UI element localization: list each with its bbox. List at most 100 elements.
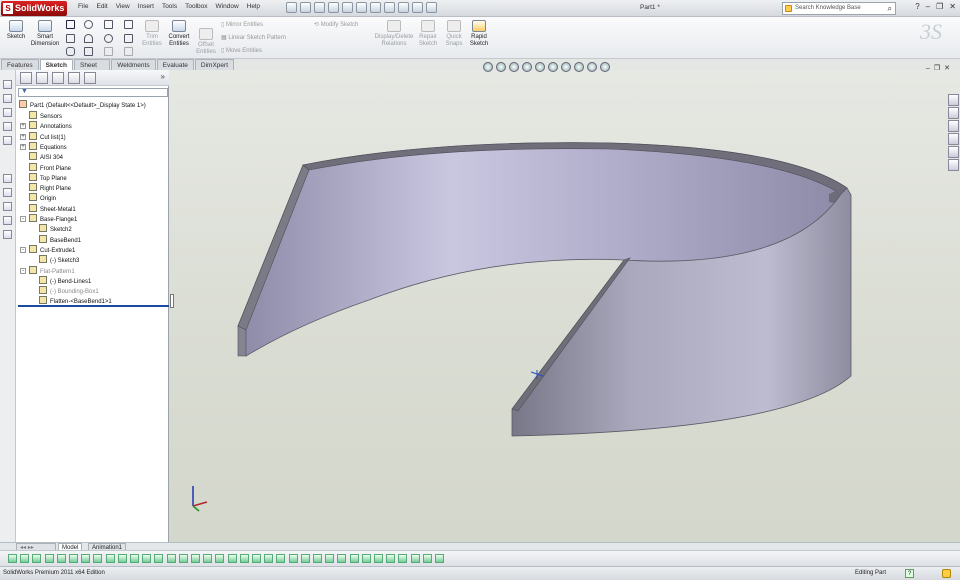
offset-entities-button[interactable]: Offset Entities bbox=[194, 27, 218, 56]
tree-expander[interactable]: - bbox=[20, 216, 26, 222]
solidworks-resources-icon[interactable] bbox=[948, 94, 959, 106]
sketch-relation-tool-icon[interactable] bbox=[349, 554, 359, 563]
spline-icon[interactable] bbox=[104, 20, 113, 29]
strip-tool-3-icon[interactable] bbox=[3, 108, 12, 117]
sketch-relation-tool-icon[interactable] bbox=[337, 554, 347, 563]
sketch-relation-tool-icon[interactable] bbox=[361, 554, 371, 563]
sketch-relation-tool-icon[interactable] bbox=[422, 554, 432, 563]
tab-evaluate[interactable]: Evaluate bbox=[156, 59, 194, 70]
search-icon[interactable]: ⌕ bbox=[888, 4, 892, 14]
tree-item[interactable]: Front Plane bbox=[29, 162, 71, 173]
save-icon[interactable] bbox=[314, 2, 325, 13]
rebuild-icon[interactable] bbox=[370, 2, 381, 13]
strip-tool-4-icon[interactable] bbox=[3, 122, 12, 131]
tree-item[interactable]: (-) Sketch3 bbox=[39, 255, 79, 265]
sketch-relation-tool-icon[interactable] bbox=[398, 554, 408, 563]
tree-item[interactable]: Flat-Pattern1 bbox=[29, 265, 75, 276]
tree-item[interactable]: Equations bbox=[29, 141, 67, 152]
expand-panel-icon[interactable]: » bbox=[161, 72, 165, 81]
tree-expander[interactable]: + bbox=[20, 133, 26, 140]
rectangle-icon[interactable] bbox=[66, 34, 75, 43]
help-question-icon[interactable]: ? bbox=[915, 2, 919, 11]
tab-weldments[interactable]: Weldments bbox=[111, 59, 156, 70]
sketch-relation-tool-icon[interactable] bbox=[154, 554, 164, 563]
strip-tool-5-icon[interactable] bbox=[3, 136, 12, 145]
sketch-relation-tool-icon[interactable] bbox=[227, 554, 237, 563]
new-document-icon[interactable] bbox=[286, 2, 297, 13]
sketch-relation-tool-icon[interactable] bbox=[142, 554, 152, 563]
tree-item[interactable]: Sensors bbox=[29, 111, 62, 121]
tab-dimxpert[interactable]: DimXpert bbox=[194, 59, 234, 70]
graphics-area[interactable] bbox=[169, 70, 960, 542]
hide-show-items-icon[interactable] bbox=[561, 62, 571, 72]
tree-expander[interactable]: - bbox=[20, 267, 26, 274]
tree-expander[interactable]: - bbox=[20, 246, 26, 253]
configuration-manager-tab-icon[interactable] bbox=[52, 72, 64, 84]
viewport-minimize-icon[interactable]: – bbox=[926, 65, 934, 72]
solidworks-logo[interactable]: S SolidWorks bbox=[1, 1, 67, 16]
viewport-restore-icon[interactable]: ❐ bbox=[934, 65, 944, 72]
ellipse-icon[interactable] bbox=[104, 34, 113, 43]
dimxpert-manager-tab-icon[interactable] bbox=[68, 72, 80, 84]
tree-item[interactable]: Sketch2 bbox=[39, 224, 72, 234]
menu-help[interactable]: Help bbox=[247, 3, 260, 10]
strip-tool-8-icon[interactable] bbox=[3, 202, 12, 211]
help-icon[interactable] bbox=[426, 2, 437, 13]
view-palette-icon[interactable] bbox=[948, 133, 959, 145]
menu-tools[interactable]: Tools bbox=[162, 3, 177, 10]
sketch-relation-tool-icon[interactable] bbox=[264, 554, 274, 563]
tree-item[interactable]: Right Plane bbox=[29, 183, 71, 193]
strip-tool-6-icon[interactable] bbox=[3, 174, 12, 183]
linear-sketch-pattern-item[interactable]: ▦ Linear Sketch Pattern bbox=[221, 34, 286, 41]
quick-snaps-button[interactable]: Quick Snaps bbox=[443, 19, 465, 48]
file-explorer-icon[interactable] bbox=[948, 120, 959, 132]
sketch-relation-tool-icon[interactable] bbox=[130, 554, 139, 563]
sketch-relation-tool-icon[interactable] bbox=[56, 554, 66, 563]
strip-tool-9-icon[interactable] bbox=[3, 216, 12, 225]
section-view-icon[interactable] bbox=[522, 62, 532, 72]
sketch-relation-tool-icon[interactable] bbox=[276, 554, 286, 563]
menu-edit[interactable]: Edit bbox=[96, 3, 107, 10]
menu-window[interactable]: Window bbox=[216, 3, 239, 10]
sketch-relation-tool-icon[interactable] bbox=[288, 554, 298, 563]
tree-item[interactable]: Sheet-Metal1 bbox=[29, 203, 76, 214]
tree-item[interactable]: Base-Flange1 bbox=[29, 214, 77, 224]
text-icon[interactable] bbox=[124, 34, 133, 43]
point-icon[interactable] bbox=[124, 47, 133, 56]
toolbox-icon[interactable] bbox=[412, 2, 423, 13]
open-folder-icon[interactable] bbox=[300, 2, 311, 13]
tree-expander[interactable]: + bbox=[20, 143, 26, 150]
status-notification-icon[interactable] bbox=[942, 569, 951, 578]
tree-root-part[interactable]: Part1 (Default<<Default>_Display State 1… bbox=[19, 100, 146, 110]
tab-features[interactable]: Features bbox=[1, 59, 39, 70]
tree-expander[interactable]: + bbox=[20, 123, 26, 130]
trim-entities-button[interactable]: Trim Entities bbox=[140, 19, 164, 48]
sketch-relation-tool-icon[interactable] bbox=[117, 554, 127, 563]
sketch-relation-tool-icon[interactable] bbox=[386, 554, 396, 563]
sketch-button[interactable]: Sketch bbox=[4, 19, 28, 41]
apply-scene-icon[interactable] bbox=[587, 62, 597, 72]
sketch-relation-tool-icon[interactable] bbox=[178, 554, 188, 563]
edit-appearance-icon[interactable] bbox=[574, 62, 584, 72]
tree-item[interactable]: BaseBend1 bbox=[39, 234, 81, 245]
undo-icon[interactable] bbox=[342, 2, 353, 13]
tree-item[interactable]: Top Plane bbox=[29, 172, 67, 183]
close-icon[interactable]: ✕ bbox=[949, 2, 956, 11]
display-style-icon[interactable] bbox=[548, 62, 558, 72]
tab-sheet-metal[interactable]: Sheet Metal bbox=[73, 59, 111, 80]
sketch-relation-tool-icon[interactable] bbox=[313, 554, 322, 563]
sketch-relation-tool-icon[interactable] bbox=[93, 554, 103, 563]
sketch-relation-tool-icon[interactable] bbox=[252, 554, 261, 563]
circle-icon[interactable] bbox=[84, 20, 93, 29]
select-arrow-icon[interactable] bbox=[356, 2, 367, 13]
options-gear-icon[interactable] bbox=[398, 2, 409, 13]
sketch-fillet-icon[interactable] bbox=[124, 20, 133, 29]
zoom-to-area-icon[interactable] bbox=[496, 62, 506, 72]
move-entities-item[interactable]: ▯ Move Entities bbox=[221, 47, 262, 54]
sketch-relation-tool-icon[interactable] bbox=[8, 554, 17, 563]
rapid-sketch-button[interactable]: Rapid Sketch bbox=[467, 19, 491, 48]
sketch-relation-tool-icon[interactable] bbox=[374, 554, 383, 563]
mirror-entities-item[interactable]: ▯ Mirror Entities bbox=[221, 21, 263, 28]
design-library-icon[interactable] bbox=[948, 107, 959, 119]
sketch-relation-tool-icon[interactable] bbox=[410, 554, 420, 563]
